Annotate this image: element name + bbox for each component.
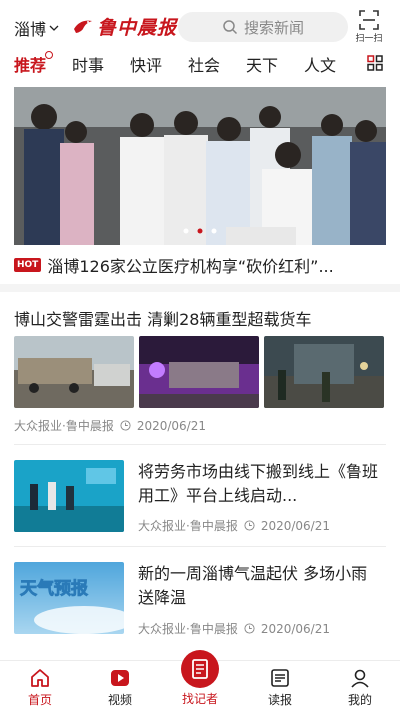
clock-icon bbox=[244, 520, 255, 531]
news-thumbnail[interactable]: 天气预报 bbox=[14, 562, 124, 634]
scan-button[interactable]: 扫一扫 bbox=[352, 10, 386, 46]
search-placeholder: 搜索新闻 bbox=[243, 18, 304, 37]
news-thumbnail[interactable] bbox=[139, 336, 259, 408]
tab-world[interactable]: 天下 bbox=[246, 52, 278, 76]
tab-society[interactable]: 社会 bbox=[188, 52, 220, 76]
nav-reporter-label[interactable]: 找记者 bbox=[170, 690, 230, 707]
reporter-notebook-icon bbox=[192, 659, 208, 679]
find-reporter-button[interactable] bbox=[181, 650, 219, 688]
tab-recommend[interactable]: 推荐 bbox=[14, 51, 54, 76]
video-icon bbox=[111, 670, 129, 686]
city-selector[interactable]: 淄博 bbox=[14, 16, 59, 40]
logo-text: 鲁中晨报 bbox=[97, 16, 178, 39]
news-source: 大众报业·鲁中晨报 bbox=[14, 419, 114, 433]
user-icon bbox=[351, 669, 369, 688]
news-source: 大众报业·鲁中晨报 bbox=[138, 622, 238, 636]
scan-icon bbox=[359, 10, 379, 30]
news-source: 大众报业·鲁中晨报 bbox=[138, 519, 238, 533]
divider bbox=[14, 546, 386, 547]
news-date: 2020/06/21 bbox=[260, 621, 330, 636]
app-logo: 鲁中晨报 bbox=[72, 10, 177, 42]
tab-label: 推荐 bbox=[14, 56, 47, 75]
top-bar: 淄博 鲁中晨报 搜索新闻 扫一扫 bbox=[0, 0, 400, 52]
scan-label: 扫一扫 bbox=[355, 34, 383, 44]
tab-dot-indicator bbox=[45, 51, 54, 59]
nav-mine[interactable]: 我的 bbox=[330, 667, 390, 708]
logo-bird-icon bbox=[74, 20, 92, 33]
hot-badge: HOT bbox=[14, 258, 42, 272]
news-title[interactable]: 将劳务市场由线下搬到线上《鲁班用工》平台上线启动... bbox=[138, 460, 382, 508]
nav-read-label: 读报 bbox=[267, 693, 292, 707]
home-icon bbox=[31, 669, 49, 687]
news-meta: 大众报业·鲁中晨报 2020/06/21 bbox=[138, 620, 330, 637]
nav-video-label: 视频 bbox=[107, 693, 132, 707]
news-thumbnail[interactable] bbox=[14, 460, 124, 532]
nav-home-label: 首页 bbox=[27, 693, 52, 707]
hero-title: 淄博126家公立医疗机构享“砍价红利”... bbox=[47, 257, 334, 276]
hero-banner[interactable] bbox=[14, 87, 386, 245]
tab-commentary[interactable]: 快评 bbox=[130, 52, 162, 76]
news-title[interactable]: 新的一周淄博气温起伏 多场小雨送降温 bbox=[138, 562, 382, 610]
news-thumbnail[interactable] bbox=[264, 336, 384, 408]
news-date: 2020/06/21 bbox=[136, 418, 206, 433]
divider bbox=[14, 444, 386, 445]
nav-video[interactable]: 视频 bbox=[90, 667, 150, 708]
hero-photo bbox=[14, 87, 386, 245]
clock-icon bbox=[244, 623, 255, 634]
hero-caption[interactable]: HOT 淄博126家公立医疗机构享“砍价红利”... bbox=[14, 252, 386, 278]
search-box[interactable]: 搜索新闻 bbox=[178, 12, 348, 42]
channel-grid-icon[interactable] bbox=[367, 55, 383, 71]
nav-read[interactable]: 读报 bbox=[250, 667, 310, 708]
tab-culture[interactable]: 人文 bbox=[304, 52, 336, 76]
thumb-weather-text: 天气预报 bbox=[20, 578, 88, 599]
city-label: 淄博 bbox=[14, 20, 47, 39]
news-thumbnail[interactable] bbox=[14, 336, 134, 408]
chevron-down-icon bbox=[49, 25, 59, 31]
section-separator bbox=[0, 284, 400, 292]
news-meta: 大众报业·鲁中晨报 2020/06/21 bbox=[14, 417, 206, 434]
search-icon bbox=[223, 20, 238, 35]
nav-mine-label: 我的 bbox=[347, 693, 372, 707]
channel-tabs: 推荐 时事 快评 社会 天下 人文 bbox=[0, 51, 400, 76]
nav-home[interactable]: 首页 bbox=[10, 667, 70, 708]
newspaper-icon bbox=[271, 669, 289, 687]
news-date: 2020/06/21 bbox=[260, 518, 330, 533]
clock-icon bbox=[120, 420, 131, 431]
tab-current-affairs[interactable]: 时事 bbox=[72, 52, 104, 76]
news-meta: 大众报业·鲁中晨报 2020/06/21 bbox=[138, 517, 330, 534]
news-title[interactable]: 博山交警雷霆出击 清剿28辆重型超载货车 bbox=[14, 306, 311, 330]
